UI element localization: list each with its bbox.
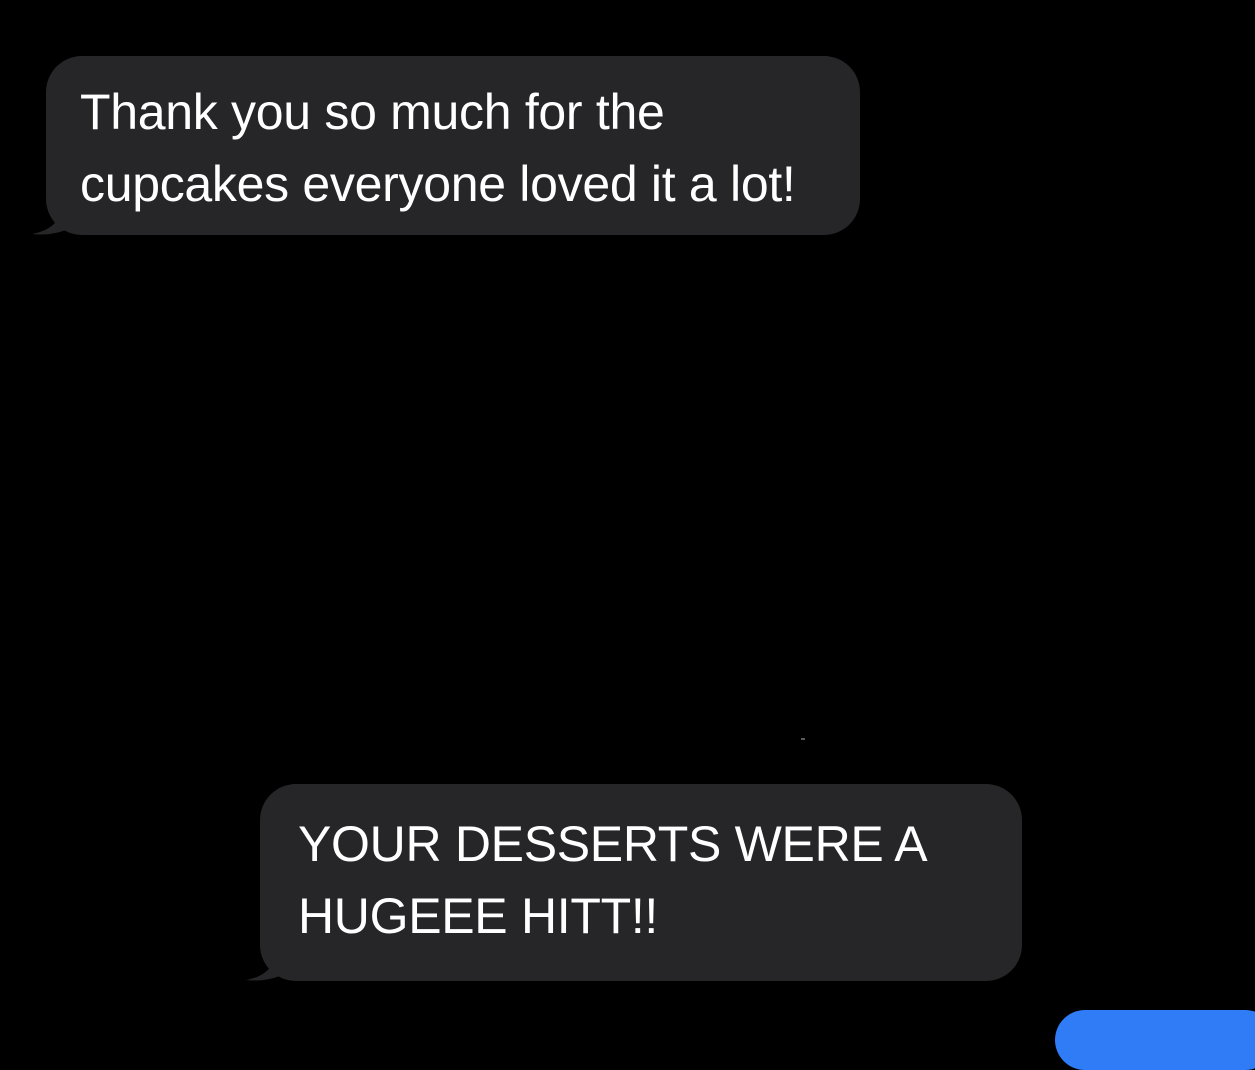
incoming-message-bubble[interactable]: YOUR DESSERTS WERE A HUGEEE HITT!! [260, 784, 1022, 981]
message-text-line: cupcakes everyone loved it a lot! [80, 156, 796, 212]
incoming-message-bubble[interactable]: Thank you so much for the cupcakes every… [46, 56, 860, 235]
message-text-line: Thank you so much for the [80, 84, 665, 140]
divider-speck [801, 738, 805, 740]
outgoing-message-bubble[interactable] [1055, 1010, 1255, 1070]
message-text-line: HUGEEE HITT!! [298, 888, 659, 944]
bubble-tail-icon [246, 948, 290, 981]
bubble-tail-icon [32, 202, 76, 235]
message-text-line: YOUR DESSERTS WERE A [298, 816, 928, 872]
